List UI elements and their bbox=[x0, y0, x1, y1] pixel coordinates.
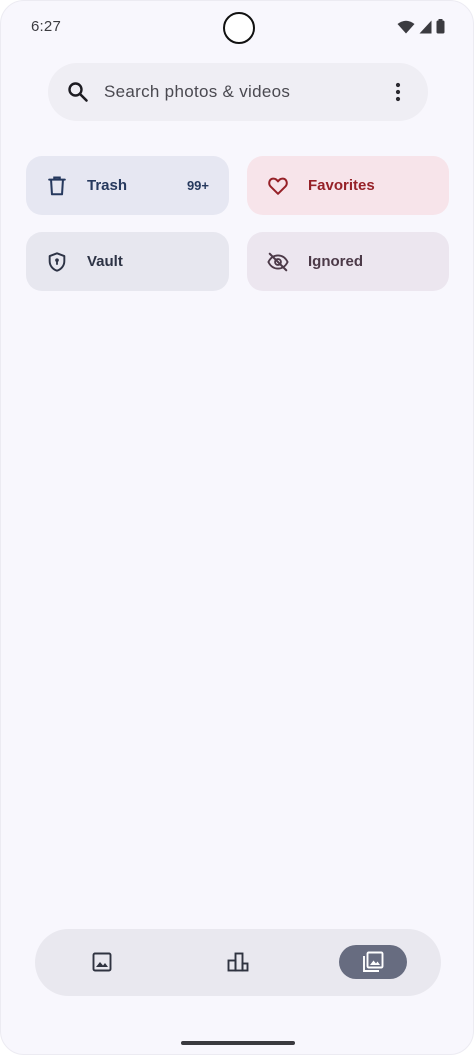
camera-cutout bbox=[223, 12, 255, 44]
ignored-label: Ignored bbox=[308, 253, 363, 270]
home-indicator[interactable] bbox=[181, 1041, 295, 1045]
status-time: 6:27 bbox=[31, 18, 61, 35]
battery-icon bbox=[436, 19, 445, 34]
shield-lock-icon bbox=[48, 251, 66, 272]
status-bar: 6:27 bbox=[1, 1, 473, 53]
search-placeholder[interactable]: Search photos & videos bbox=[104, 82, 386, 102]
nav-library-tab[interactable] bbox=[339, 945, 407, 979]
status-icons bbox=[397, 19, 445, 34]
trash-icon bbox=[48, 176, 66, 195]
album-stack-icon bbox=[227, 952, 249, 972]
vault-tile[interactable]: Vault bbox=[26, 232, 229, 291]
photo-library-icon bbox=[363, 951, 384, 972]
vault-label: Vault bbox=[87, 253, 123, 270]
cellular-signal-icon bbox=[419, 20, 432, 33]
library-screen: 6:27 Search photos & videos Trash 99+ Fa… bbox=[0, 0, 474, 1055]
eye-off-icon bbox=[267, 252, 289, 271]
bottom-navigation bbox=[35, 929, 441, 996]
trash-tile[interactable]: Trash 99+ bbox=[26, 156, 229, 215]
nav-albums-tab[interactable] bbox=[204, 945, 272, 979]
trash-label: Trash bbox=[87, 177, 128, 194]
nav-photos-tab[interactable] bbox=[68, 945, 136, 979]
favorites-tile[interactable]: Favorites bbox=[247, 156, 449, 215]
wifi-icon bbox=[397, 20, 415, 33]
trash-count-badge: 99+ bbox=[186, 178, 209, 193]
search-bar[interactable]: Search photos & videos bbox=[48, 63, 428, 121]
favorites-label: Favorites bbox=[308, 177, 375, 194]
search-icon bbox=[68, 82, 88, 102]
more-vertical-icon[interactable] bbox=[386, 80, 410, 104]
heart-icon bbox=[268, 177, 288, 195]
image-icon bbox=[92, 952, 112, 972]
ignored-tile[interactable]: Ignored bbox=[247, 232, 449, 291]
